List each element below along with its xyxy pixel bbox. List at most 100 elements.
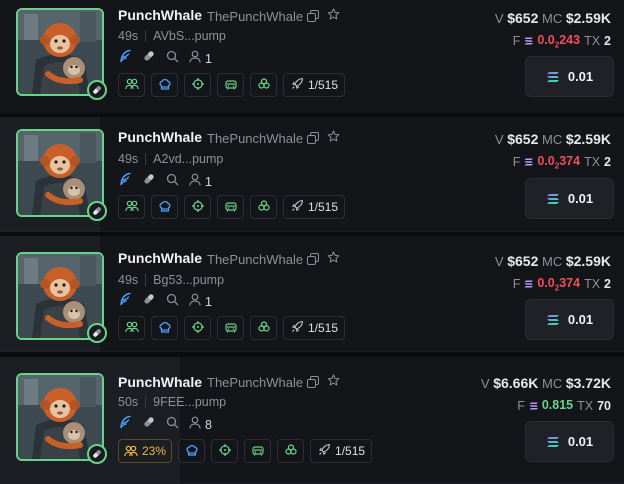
solana-icon [529,402,538,410]
insiders-chip[interactable] [217,73,244,97]
bundle-chip[interactable] [250,316,277,340]
top-holders-chip[interactable] [118,316,145,340]
car-icon [224,77,238,94]
quick-buy-button[interactable]: 0.01 [525,421,614,462]
bundle-chip[interactable] [277,439,305,463]
progress-chip[interactable]: 1/515 [283,316,346,340]
token-handle[interactable]: ThePunchWhale [207,131,303,146]
token-handle[interactable]: ThePunchWhale [207,375,303,390]
token-card-1[interactable]: PunchWhale ThePunchWhale 49s AVbS...pump… [0,0,624,114]
star-icon[interactable] [327,8,340,26]
token-address[interactable]: 9FEE...pump [153,395,226,409]
fee-tx: F 0.02374 TX 2 [512,276,611,293]
token-card-4[interactable]: PunchWhale ThePunchWhale 50s 9FEE...pump… [0,357,624,484]
dev-chip[interactable] [178,439,206,463]
token-age: 49s [118,152,139,166]
insiders-chip[interactable] [217,195,244,219]
dev-chip[interactable] [151,316,178,340]
rocket-icon [291,199,304,215]
token-chips: 1/515 [118,195,346,219]
progress-chip[interactable]: 1/515 [283,73,346,97]
chef-icon [158,320,172,337]
bundle-chip[interactable] [250,73,277,97]
pill-icon[interactable] [142,415,156,434]
search-icon[interactable] [166,416,179,434]
token-address[interactable]: A2vd...pump [153,152,223,166]
token-link-row: 1 [118,49,212,68]
user-icon [189,173,201,191]
progress-chip[interactable]: 1/515 [283,195,346,219]
search-icon[interactable] [166,173,179,191]
fee-tx: F 0.815 TX 70 [517,398,611,414]
people-icon [124,321,139,336]
buy-amount: 0.01 [567,69,594,84]
token-card-2[interactable]: PunchWhale ThePunchWhale 49s A2vd...pump… [0,117,624,232]
clover-icon [257,199,271,216]
top-holders-chip[interactable] [118,73,145,97]
pen-feather-icon[interactable] [118,172,132,191]
pill-icon[interactable] [142,172,156,191]
sniper-chip[interactable] [211,439,239,463]
top-holders-chip[interactable]: 23% [118,439,173,463]
dev-chip[interactable] [151,195,178,219]
quick-buy-button[interactable]: 0.01 [525,299,614,340]
quick-buy-button[interactable]: 0.01 [525,56,614,97]
token-name[interactable]: PunchWhale [118,374,202,390]
pen-feather-icon[interactable] [118,415,132,434]
sniper-chip[interactable] [184,195,211,219]
buy-amount: 0.01 [567,434,594,449]
search-icon[interactable] [166,50,179,68]
token-name[interactable]: PunchWhale [118,7,202,23]
top-holders-chip[interactable] [118,195,145,219]
star-icon[interactable] [327,374,340,392]
copy-icon[interactable] [307,131,319,149]
solana-icon [524,37,534,45]
car-icon [224,320,238,337]
star-icon[interactable] [327,251,340,269]
clover-icon [257,320,271,337]
token-name[interactable]: PunchWhale [118,250,202,266]
sniper-chip[interactable] [184,73,211,97]
solana-icon [546,193,560,205]
rocket-icon [291,77,304,93]
copy-icon[interactable] [307,252,319,270]
token-handle[interactable]: ThePunchWhale [207,252,303,267]
fee-value: 0.815 [541,398,574,412]
chef-icon [158,77,172,94]
solana-icon [546,436,560,448]
quick-buy-button[interactable]: 0.01 [525,178,614,219]
solana-icon [546,71,560,83]
token-age: 50s [118,395,139,409]
rocket-icon [291,320,304,336]
token-name[interactable]: PunchWhale [118,129,202,145]
dev-chip[interactable] [151,73,178,97]
sniper-chip[interactable] [184,316,211,340]
tx-count: 2 [604,34,611,49]
token-card-3[interactable]: PunchWhale ThePunchWhale 49s Bg53...pump… [0,236,624,352]
chef-icon [185,443,199,460]
pen-feather-icon[interactable] [118,292,132,311]
pen-feather-icon[interactable] [118,49,132,68]
star-icon[interactable] [327,130,340,148]
solana-icon [524,280,534,288]
pill-icon[interactable] [142,292,156,311]
copy-icon[interactable] [307,9,319,27]
insiders-chip[interactable] [217,316,244,340]
token-handle[interactable]: ThePunchWhale [207,9,303,24]
pill-icon [87,80,107,100]
pill-icon [87,323,107,343]
user-icon [189,50,201,68]
solana-icon [524,158,534,166]
rocket-icon [318,443,331,459]
pill-icon[interactable] [142,49,156,68]
token-address[interactable]: AVbS...pump [153,29,226,43]
insiders-chip[interactable] [244,439,272,463]
fee-value: 0.02374 [537,276,581,293]
copy-icon[interactable] [307,375,319,393]
bundle-chip[interactable] [250,195,277,219]
token-link-row: 1 [118,292,212,311]
holders-count: 1 [205,51,212,66]
token-address[interactable]: Bg53...pump [153,273,224,287]
progress-chip[interactable]: 1/515 [310,439,373,463]
search-icon[interactable] [166,293,179,311]
